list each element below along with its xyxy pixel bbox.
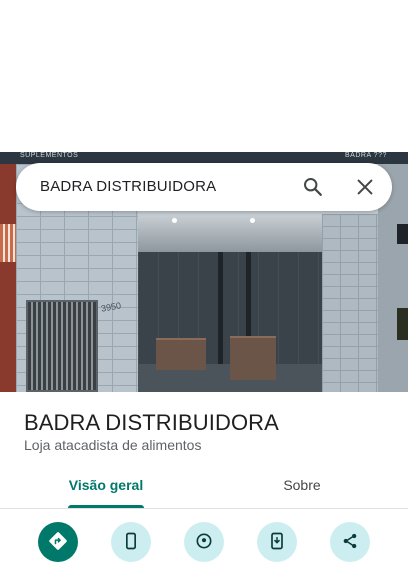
- store-sign-left-text: SUPLEMENTOS: [20, 152, 79, 159]
- directions-icon: [49, 532, 67, 550]
- place-category: Loja atacadista de alimentos: [24, 437, 202, 453]
- tab-about[interactable]: Sobre: [236, 466, 368, 508]
- nearby-button[interactable]: [184, 522, 224, 562]
- close-icon[interactable]: [354, 176, 376, 198]
- share-icon: [343, 533, 357, 549]
- phone-icon: [126, 532, 136, 550]
- search-icon[interactable]: [302, 176, 324, 198]
- save-to-phone-icon: [271, 532, 283, 550]
- photo-poster-top: [397, 224, 408, 244]
- photo-rolling-shutter: [26, 300, 98, 392]
- search-input[interactable]: BADRA DISTRIBUIDORA: [40, 178, 216, 195]
- directions-button[interactable]: [38, 522, 78, 562]
- location-pin-icon: [196, 533, 212, 549]
- tab-about-label: Sobre: [283, 477, 321, 493]
- call-button[interactable]: [111, 522, 151, 562]
- send-to-phone-button[interactable]: [257, 522, 297, 562]
- tab-overview[interactable]: Visão geral: [40, 466, 172, 508]
- map-area-blank: [0, 0, 408, 152]
- photo-right-wall: [322, 214, 378, 392]
- photo-poster-bottom: [397, 308, 408, 340]
- search-bar[interactable]: BADRA DISTRIBUIDORA: [16, 163, 392, 211]
- store-sign-right-text: BADRA ???: [345, 152, 387, 159]
- photo-warehouse-interior: [138, 214, 322, 392]
- tabs-divider: [0, 508, 408, 509]
- tab-overview-label: Visão geral: [68, 477, 144, 493]
- place-tabs: Visão geral Sobre: [0, 466, 408, 508]
- share-button[interactable]: [330, 522, 370, 562]
- place-title: BADRA DISTRIBUIDORA: [24, 410, 279, 435]
